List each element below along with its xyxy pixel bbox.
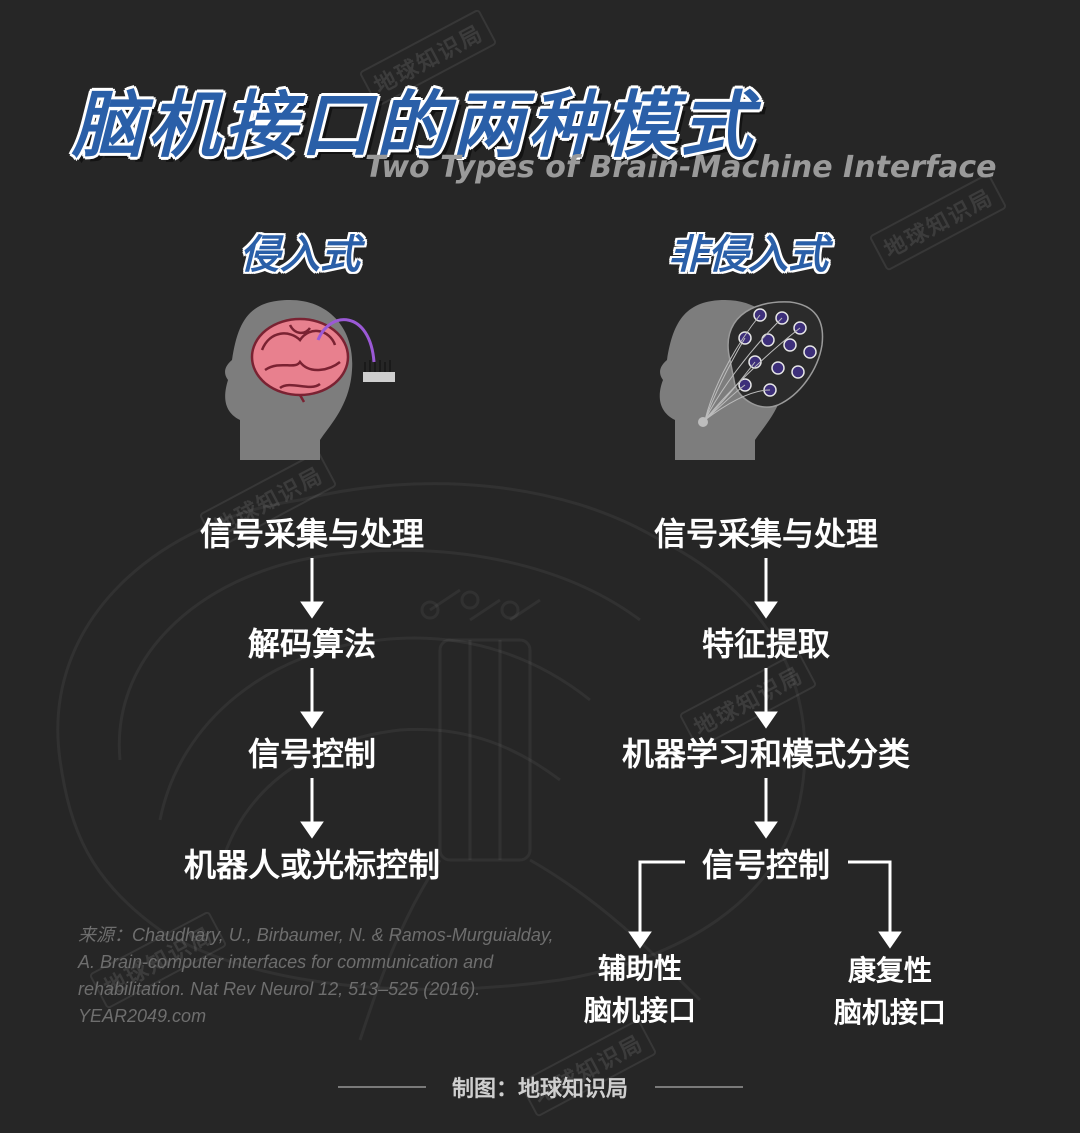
invasive-step-signal-control: 信号控制: [247, 735, 377, 773]
branch-assistive-bci: 辅助性 脑机接口: [584, 948, 696, 1032]
source-line: A. Brain-computer interfaces for communi…: [78, 952, 494, 972]
noninvasive-step-feature-extraction: 特征提取: [701, 625, 831, 663]
source-line: 来源：Chaudhary, U., Birbaumer, N. & Ramos-…: [78, 925, 554, 945]
noninvasive-step-signal-control: 信号控制: [701, 846, 831, 884]
invasive-step-robot-cursor-control: 机器人或光标控制: [183, 846, 441, 884]
branch-assistive-line2: 脑机接口: [583, 994, 697, 1027]
source-line: YEAR2049.com: [78, 1006, 207, 1026]
noninvasive-heading: 非侵入式: [668, 232, 828, 278]
source-line: rehabilitation. Nat Rev Neurol 12, 513–5…: [78, 979, 481, 999]
credit-text: 制图：地球知识局: [451, 1077, 629, 1102]
source-citation: 来源：Chaudhary, U., Birbaumer, N. & Ramos-…: [78, 922, 578, 1030]
invasive-step-signal-acquisition: 信号采集与处理: [199, 515, 425, 553]
branch-assistive-line1: 辅助性: [597, 952, 683, 985]
credit-divider-right: [655, 1086, 743, 1088]
noninvasive-step-ml-classification: 机器学习和模式分类: [621, 735, 911, 773]
branch-rehab-line2: 脑机接口: [833, 996, 947, 1029]
invasive-step-decoding-algorithm: 解码算法: [247, 625, 377, 663]
branch-rehab-line1: 康复性: [847, 954, 933, 987]
page-subtitle: Two Types of Brain-Machine Interface: [365, 150, 997, 185]
branch-rehabilitative-bci: 康复性 脑机接口: [834, 950, 946, 1034]
credit-divider-left: [338, 1086, 426, 1088]
noninvasive-step-signal-acquisition: 信号采集与处理: [653, 515, 879, 553]
invasive-heading: 侵入式: [240, 232, 360, 278]
